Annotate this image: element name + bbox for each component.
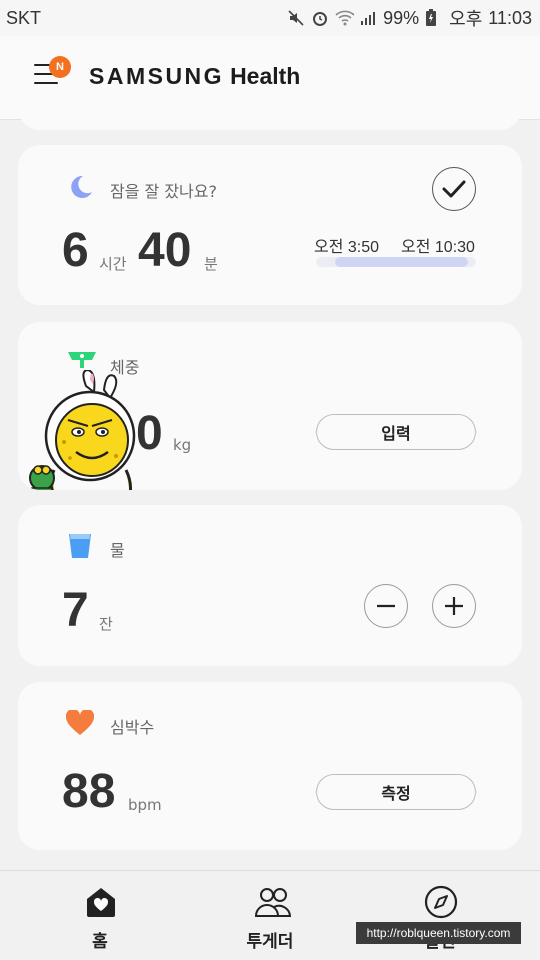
nav-home-label: 홈 xyxy=(92,932,108,952)
app-logo: SAMSUNG Health xyxy=(89,63,300,90)
alarm-icon xyxy=(311,9,329,27)
sleep-progress-track xyxy=(316,257,476,267)
weight-card[interactable]: 체중 0 kg 입력 xyxy=(18,322,522,490)
heart-measure-button[interactable]: 측정 xyxy=(316,774,476,810)
heart-rate-card[interactable]: 심박수 88 bpm 측정 xyxy=(18,682,522,850)
nav-home[interactable]: 홈 xyxy=(10,871,190,960)
sleep-minutes-unit: 분 xyxy=(204,255,218,273)
nav-together-label: 투게더 xyxy=(246,932,294,952)
notification-badge: N xyxy=(49,56,71,78)
weight-unit: kg xyxy=(173,436,192,454)
bottom-navigation: 홈 투게더 발견 xyxy=(0,870,540,960)
sleep-progress-fill xyxy=(335,257,468,267)
heart-icon xyxy=(65,708,95,740)
heart-title: 심박수 xyxy=(110,718,155,737)
water-card[interactable]: 물 7 잔 xyxy=(18,505,522,666)
water-decrease-button[interactable] xyxy=(364,584,408,628)
wifi-icon xyxy=(335,9,355,27)
water-value: 7 xyxy=(62,584,89,637)
sleep-hours-unit: 시간 xyxy=(99,255,127,273)
signal-icon xyxy=(359,9,377,27)
carrier-label: SKT xyxy=(6,7,42,28)
nav-discover[interactable]: 발견 xyxy=(350,871,530,960)
logo-brand: SAMSUNG xyxy=(89,63,225,89)
watermark-url: http://roblqueen.tistory.com xyxy=(356,922,521,944)
character-sticker xyxy=(28,368,148,490)
status-ampm: 오후 xyxy=(449,9,483,29)
minus-icon xyxy=(376,604,395,607)
water-cup-icon xyxy=(68,533,92,563)
status-bar: SKT 99% 오후 11:03 xyxy=(0,0,540,36)
home-heart-icon xyxy=(84,885,118,919)
water-title: 물 xyxy=(110,541,125,560)
sleep-title: 잠을 잘 잤나요? xyxy=(110,182,217,201)
water-increase-button[interactable] xyxy=(432,584,476,628)
weight-input-button[interactable]: 입력 xyxy=(316,414,476,450)
heart-unit: bpm xyxy=(128,796,162,814)
battery-charging-icon xyxy=(425,9,443,27)
compass-icon xyxy=(424,885,458,919)
plus-icon xyxy=(444,596,463,615)
sleep-confirm-button[interactable] xyxy=(432,167,476,211)
moon-icon xyxy=(66,173,94,205)
nav-together[interactable]: 투게더 xyxy=(180,871,360,960)
sleep-card[interactable]: 잠을 잘 잤나요? 6 시간 40 분 오전 3:50 오전 10:30 xyxy=(18,145,522,305)
heart-value: 88 xyxy=(62,765,116,818)
sleep-end-time: 오전 10:30 xyxy=(401,237,475,256)
people-icon xyxy=(254,885,292,919)
sleep-hours: 6 xyxy=(62,224,89,277)
logo-app-name: Health xyxy=(230,63,301,89)
status-time: 11:03 xyxy=(488,7,532,28)
check-icon xyxy=(442,180,465,197)
previous-card-edge xyxy=(18,108,522,130)
battery-percent: 99% xyxy=(383,7,420,28)
sleep-minutes: 40 xyxy=(138,224,192,277)
mute-icon xyxy=(287,9,305,27)
sleep-start-time: 오전 3:50 xyxy=(314,237,380,256)
water-unit: 잔 xyxy=(99,615,113,633)
